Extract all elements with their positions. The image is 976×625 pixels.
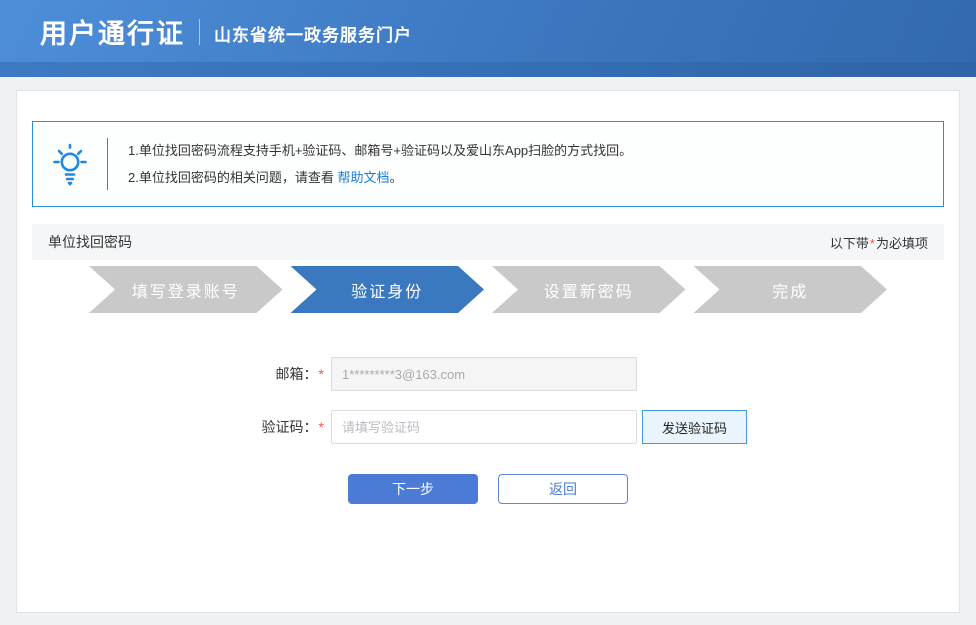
notice-line-1: 1.单位找回密码流程支持手机+验证码、邮箱号+验证码以及爱山东App扫脸的方式找…: [128, 143, 633, 158]
app-title: 用户通行证: [40, 18, 185, 49]
required-note-prefix: 以下带: [829, 235, 869, 251]
portal-subtitle: 山东省统一政务服务门户: [214, 25, 412, 45]
step-set-new-password: 设置新密码: [492, 266, 686, 313]
step-label: 设置新密码: [543, 283, 634, 301]
app-header: 用户通行证 山东省统一政务服务门户: [0, 0, 976, 62]
next-step-button[interactable]: 下一步: [348, 474, 478, 504]
step-finish: 完成: [694, 266, 888, 313]
lightbulb-icon: [33, 142, 107, 186]
code-label-text: 验证码：: [261, 419, 318, 435]
step-label: 验证身份: [351, 283, 424, 301]
notice-line-2: 2.单位找回密码的相关问题，请查看 帮助文档。: [128, 164, 632, 191]
email-row: 邮箱：*: [17, 357, 959, 391]
brand-divider: [199, 19, 200, 45]
notice-line-2-suffix: 。: [389, 170, 403, 185]
notice-text: 1.单位找回密码流程支持手机+验证码、邮箱号+验证码以及爱山东App扫脸的方式找…: [108, 137, 632, 191]
notice-box: 1.单位找回密码流程支持手机+验证码、邮箱号+验证码以及爱山东App扫脸的方式找…: [32, 121, 944, 207]
help-doc-link[interactable]: 帮助文档: [337, 170, 389, 185]
brand: 用户通行证 山东省统一政务服务门户: [40, 12, 412, 51]
section-bar: 单位找回密码 以下带*为必填项: [32, 224, 944, 260]
step-fill-account: 填写登录账号: [89, 266, 283, 313]
form-actions: 下一步 返回: [348, 474, 959, 504]
required-star: *: [318, 366, 324, 382]
section-title: 单位找回密码: [48, 234, 132, 250]
recover-password-form: 邮箱：* 验证码：* 发送验证码 下一步 返回: [17, 357, 959, 504]
email-label-text: 邮箱：: [275, 366, 318, 382]
required-star: *: [318, 419, 324, 435]
verification-code-row: 验证码：* 发送验证码: [17, 410, 959, 444]
email-label: 邮箱：*: [17, 364, 331, 384]
email-field[interactable]: [331, 357, 637, 391]
code-label: 验证码：*: [17, 417, 331, 437]
step-verify-identity: 验证身份: [291, 266, 485, 313]
back-button[interactable]: 返回: [498, 474, 628, 504]
required-note-suffix: 为必填项: [875, 235, 928, 251]
send-code-button[interactable]: 发送验证码: [642, 410, 747, 444]
required-star: *: [869, 235, 875, 251]
required-fields-note: 以下带*为必填项: [830, 233, 928, 252]
step-label: 完成: [772, 283, 809, 301]
header-accent-strip: [0, 62, 976, 77]
verification-code-input[interactable]: [331, 410, 637, 444]
notice-line-2-text: 2.单位找回密码的相关问题，请查看: [128, 170, 338, 185]
content-card: 1.单位找回密码流程支持手机+验证码、邮箱号+验证码以及爱山东App扫脸的方式找…: [16, 90, 960, 613]
step-indicator: 填写登录账号 验证身份 设置新密码 完成: [89, 266, 887, 313]
step-label: 填写登录账号: [131, 283, 240, 301]
